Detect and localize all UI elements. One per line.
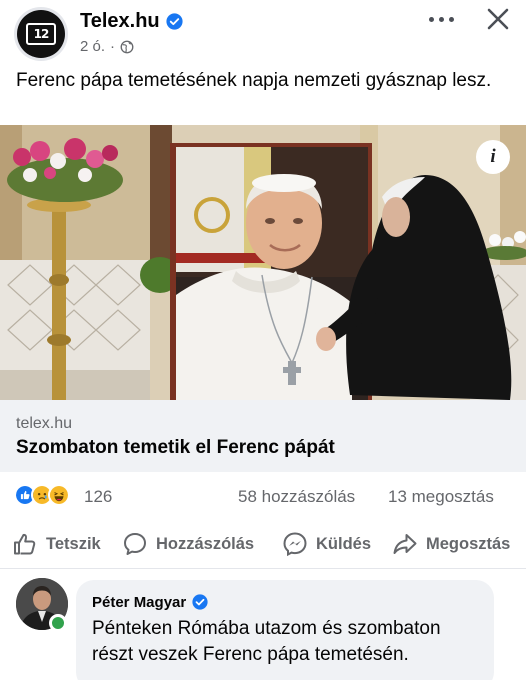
post-meta: 2 ó. · bbox=[80, 38, 134, 55]
send-button[interactable]: Küldés bbox=[282, 530, 371, 558]
haha-reaction-icon bbox=[48, 484, 70, 506]
comment-author-row: Péter Magyar bbox=[92, 594, 209, 611]
divider bbox=[0, 568, 526, 569]
more-dots-icon bbox=[428, 16, 434, 22]
post-photo bbox=[0, 125, 526, 400]
online-status-indicator bbox=[49, 614, 67, 632]
verified-badge-icon bbox=[192, 594, 209, 611]
send-label: Küldés bbox=[316, 534, 372, 553]
post-actions: Tetszik Hozzászólás Küldés Megosztás bbox=[0, 524, 526, 564]
link-title: Szombaton temetik el Ferenc pápát bbox=[16, 437, 335, 458]
link-preview[interactable]: telex.hu Szombaton temetik el Ferenc páp… bbox=[0, 400, 526, 472]
thumbs-up-icon bbox=[14, 533, 36, 555]
post-text: Ferenc pápa temetésének napja nemzeti gy… bbox=[16, 70, 492, 91]
logo-text: 12 bbox=[33, 27, 50, 41]
logo-box: 12 bbox=[26, 23, 56, 45]
reactions-count[interactable]: 126 bbox=[84, 487, 112, 507]
meta-separator: · bbox=[110, 38, 116, 55]
page-avatar[interactable]: 12 bbox=[14, 7, 68, 61]
like-label: Tetszik bbox=[46, 534, 101, 553]
comment-button[interactable]: Hozzászólás bbox=[122, 530, 254, 558]
info-button[interactable]: i bbox=[476, 140, 510, 174]
telex-logo: 12 bbox=[17, 10, 65, 58]
page-name[interactable]: Telex.hu bbox=[80, 10, 160, 33]
post-image[interactable] bbox=[0, 125, 526, 400]
page-name-row: Telex.hu bbox=[80, 10, 183, 33]
share-arrow-icon bbox=[393, 534, 417, 554]
post-time[interactable]: 2 ó. bbox=[80, 38, 105, 55]
engagement-stats: 126 58 hozzászólás 13 megosztás bbox=[0, 482, 526, 512]
comment-text: Pénteken Rómába utazom és szombaton rész… bbox=[92, 618, 441, 665]
messenger-icon bbox=[283, 532, 307, 557]
link-domain: telex.hu bbox=[16, 415, 73, 432]
close-icon bbox=[487, 8, 509, 30]
comment-bubble: Péter Magyar Pénteken Rómába utazom és s… bbox=[76, 580, 494, 680]
close-button[interactable] bbox=[484, 5, 512, 33]
globe-icon bbox=[120, 40, 134, 54]
comment-label: Hozzászólás bbox=[156, 534, 255, 553]
comments-count[interactable]: 58 hozzászólás bbox=[238, 487, 355, 507]
comment-bubble-icon bbox=[124, 533, 146, 555]
info-icon: i bbox=[490, 146, 496, 167]
verified-badge-icon bbox=[166, 13, 183, 30]
share-label: Megosztás bbox=[426, 534, 511, 553]
like-button[interactable]: Tetszik bbox=[12, 530, 101, 558]
shares-count[interactable]: 13 megosztás bbox=[388, 487, 494, 507]
more-options-button[interactable] bbox=[424, 12, 458, 26]
post-header: 12 Telex.hu 2 ó. · bbox=[0, 0, 526, 62]
more-dot bbox=[438, 16, 444, 22]
comment-author[interactable]: Péter Magyar bbox=[92, 594, 186, 611]
share-button[interactable]: Megosztás bbox=[392, 530, 510, 558]
more-dot bbox=[448, 16, 454, 22]
reactions-summary[interactable] bbox=[14, 484, 70, 506]
